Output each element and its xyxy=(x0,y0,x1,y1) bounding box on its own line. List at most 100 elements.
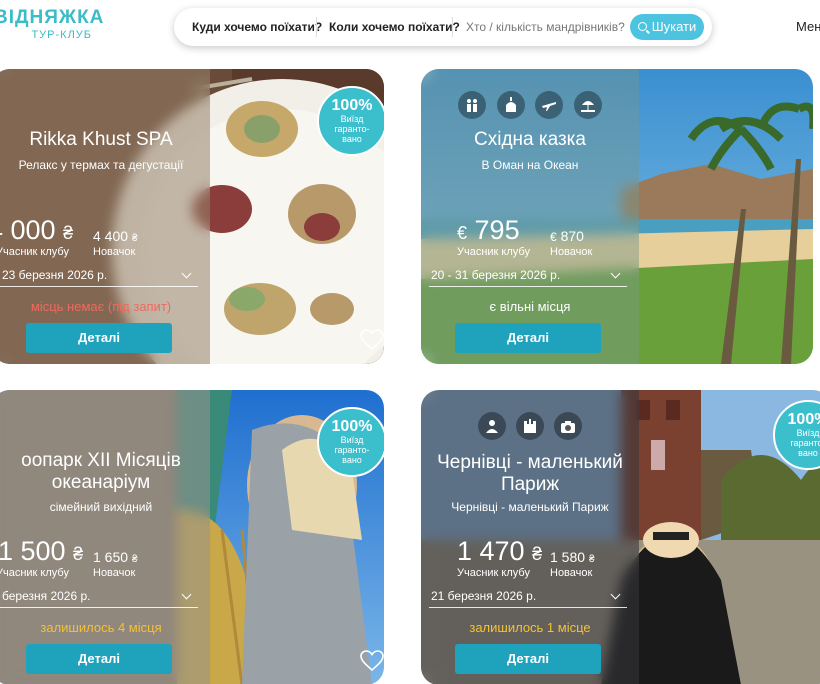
search-bar: Куди хочемо поїхати? Коли хочемо поїхати… xyxy=(174,8,712,46)
currency: € xyxy=(550,230,557,244)
tour-subtitle: Релакс у термах та дегустації xyxy=(18,158,184,172)
details-button[interactable]: Деталі xyxy=(26,644,172,674)
date-value: 21 березня 2026 р. xyxy=(431,589,537,603)
price-club: 4 000 ₴ xyxy=(0,215,73,248)
date-field[interactable]: Коли хочемо поїхати? xyxy=(329,8,460,46)
price-new-value: 1 650 xyxy=(93,549,129,565)
tour-subtitle: В Оман на Океан xyxy=(481,158,579,172)
date-value: 20 - 31 березня 2026 р. xyxy=(431,268,561,282)
details-button[interactable]: Деталі xyxy=(455,323,601,353)
details-button[interactable]: Деталі xyxy=(26,323,172,353)
availability-status: місць немає (під запит) xyxy=(30,299,172,314)
badge-text: Виїзд гаранто-вано xyxy=(334,114,370,144)
price-club-value: 4 000 xyxy=(0,215,56,245)
availability-status: залишилось 4 місця xyxy=(40,620,162,635)
camera-icon xyxy=(554,412,583,440)
mosque-icon xyxy=(496,91,525,119)
price-club-label: Учасник клубу xyxy=(457,567,530,579)
guaranteed-badge: 100% Виїзд гаранто-вано xyxy=(317,86,384,156)
heart-icon[interactable] xyxy=(360,329,384,351)
currency: ₴ xyxy=(63,223,74,243)
date-select[interactable]: березня 2026 р. xyxy=(0,586,198,608)
tour-title: оопарк XII Місяців океанаріум xyxy=(21,450,181,493)
tour-title: Rikka Khust SPA xyxy=(29,129,173,150)
beach-icon xyxy=(573,91,602,119)
card-info-panel: оопарк XII Місяців океанаріум сімейний в… xyxy=(0,390,210,684)
heart-icon[interactable] xyxy=(360,650,384,672)
price-new-label: Новачок xyxy=(550,246,593,258)
badge-text: Виїзд гаранто-вано xyxy=(790,428,820,458)
price-new: € 870 xyxy=(550,228,584,244)
date-value: 23 березня 2026 р. xyxy=(2,268,108,282)
tour-card-zoo[interactable]: оопарк XII Місяців океанаріум сімейний в… xyxy=(0,390,384,684)
tour-subtitle: Чернівці - маленький Париж xyxy=(451,500,609,514)
price-club-value: 1 500 xyxy=(0,536,66,566)
chevron-down-icon xyxy=(610,589,621,600)
price-new: 1 650 ₴ xyxy=(93,549,138,565)
family-icon xyxy=(458,91,487,119)
search-icon xyxy=(637,22,647,31)
price-new-label: Новачок xyxy=(550,567,593,579)
currency: ₴ xyxy=(532,544,543,564)
badge-percent: 100% xyxy=(787,411,820,428)
divider xyxy=(316,17,317,37)
date-select[interactable]: 21 березня 2026 р. xyxy=(429,586,627,608)
tour-title: Східна казка xyxy=(474,129,586,150)
chevron-down-icon xyxy=(610,268,621,279)
currency: ₴ xyxy=(131,233,138,244)
chevron-down-icon xyxy=(181,268,192,279)
logo[interactable]: ВІДНЯЖКА ТУР-КЛУБ xyxy=(0,8,104,42)
tour-title: Чернівці - маленький Париж xyxy=(437,452,623,495)
price-club-value: 1 470 xyxy=(457,536,525,566)
currency: ₴ xyxy=(131,554,138,565)
price-club: € 795 xyxy=(457,215,520,248)
menu-link[interactable]: Меню xyxy=(796,19,820,34)
price-club-label: Учасник клубу xyxy=(0,567,69,579)
date-value: березня 2026 р. xyxy=(2,589,91,603)
guaranteed-badge: 100% Виїзд гаранто-вано xyxy=(317,407,384,477)
price-new-label: Новачок xyxy=(93,567,136,579)
tour-subtitle: сімейний вихідний xyxy=(49,500,153,514)
divider xyxy=(452,17,453,37)
logo-main-text: ВІДНЯЖКА xyxy=(0,7,105,28)
price-club: 1 470 ₴ xyxy=(457,536,542,569)
price-new-value: 1 580 xyxy=(550,549,586,565)
tour-card-rikka-khust[interactable]: Rikka Khust SPA Релакс у термах та дегус… xyxy=(0,69,384,364)
price-new-value: 4 400 xyxy=(93,228,129,244)
tour-icons xyxy=(421,412,639,440)
tour-icons xyxy=(421,91,639,119)
price-new-label: Новачок xyxy=(93,246,136,258)
badge-percent: 100% xyxy=(331,418,373,435)
price-club-value: 795 xyxy=(474,215,520,245)
travelers-field[interactable]: Хто / кількість мандрівників? xyxy=(466,8,625,46)
availability-status: є вільні місця xyxy=(489,299,571,314)
price-club-label: Учасник клубу xyxy=(457,246,530,258)
currency: ₴ xyxy=(588,554,595,565)
castle-icon xyxy=(516,412,544,440)
selfie-icon xyxy=(477,412,506,440)
tour-card-oman[interactable]: Східна казка В Оман на Океан € 795 Учасн… xyxy=(421,69,813,364)
header: ВІДНЯЖКА ТУР-КЛУБ Куди хочемо поїхати? К… xyxy=(0,0,820,60)
search-button[interactable]: Шукати xyxy=(630,14,704,40)
card-info-panel: Rikka Khust SPA Релакс у термах та дегус… xyxy=(0,69,210,364)
price-club-label: Учасник клубу xyxy=(0,246,69,258)
availability-status: залишилось 1 місце xyxy=(469,620,591,635)
card-info-panel: Чернівці - маленький Париж Чернівці - ма… xyxy=(421,390,639,684)
plane-icon xyxy=(535,91,564,119)
tour-card-chernivtsi[interactable]: Чернівці - маленький Париж Чернівці - ма… xyxy=(421,390,820,684)
search-button-label: Шукати xyxy=(651,19,697,34)
chevron-down-icon xyxy=(181,589,192,600)
currency: ₴ xyxy=(73,544,84,564)
date-select[interactable]: 23 березня 2026 р. xyxy=(0,265,198,287)
card-info-panel: Східна казка В Оман на Океан € 795 Учасн… xyxy=(421,69,639,364)
badge-text: Виїзд гаранто-вано xyxy=(334,435,370,465)
destination-field[interactable]: Куди хочемо поїхати? xyxy=(192,8,322,46)
price-new-value: 870 xyxy=(560,228,584,244)
badge-percent: 100% xyxy=(331,97,373,114)
logo-sub-text: ТУР-КЛУБ xyxy=(31,29,92,41)
currency: € xyxy=(457,223,468,243)
page: ВІДНЯЖКА ТУР-КЛУБ Куди хочемо поїхати? К… xyxy=(0,0,820,684)
price-new: 1 580 ₴ xyxy=(550,549,595,565)
details-button[interactable]: Деталі xyxy=(455,644,601,674)
date-select[interactable]: 20 - 31 березня 2026 р. xyxy=(429,265,627,287)
